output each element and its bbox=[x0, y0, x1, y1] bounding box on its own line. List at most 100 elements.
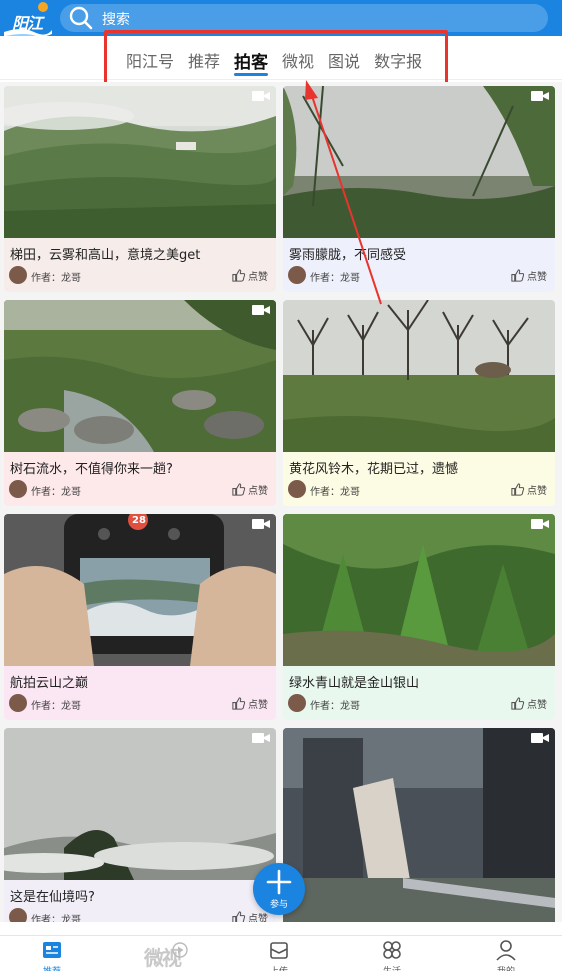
card-thumbnail[interactable] bbox=[4, 728, 276, 880]
nav-weishi[interactable]: 微视 bbox=[136, 938, 196, 971]
card-info: 树石流水，不值得你来一趟? 作者： 龙哥 点赞 bbox=[4, 452, 276, 506]
feed-card[interactable]: 雾雨朦胧，不同感受 作者： 龙哥 点赞 bbox=[283, 86, 555, 292]
thumbs-up-icon bbox=[232, 482, 246, 496]
feed-card[interactable]: 绿水青山就是金山银山 作者： 龙哥 点赞 bbox=[283, 514, 555, 720]
card-thumbnail[interactable] bbox=[283, 728, 555, 922]
author-label: 作者： bbox=[310, 487, 340, 498]
card-info: 这是在仙境吗? 作者： 龙哥 点赞 bbox=[4, 880, 276, 922]
video-icon bbox=[531, 733, 549, 743]
like-button[interactable]: 点赞 bbox=[510, 481, 547, 497]
bottom-nav: 推荐 微视 上传 生活 我的 bbox=[0, 935, 562, 971]
author-label: 作者： bbox=[31, 701, 61, 712]
nav-mine[interactable]: 我的 bbox=[476, 938, 536, 971]
like-button[interactable]: 点赞 bbox=[231, 695, 268, 711]
search-icon bbox=[69, 6, 93, 30]
author-label: 作者： bbox=[31, 487, 61, 498]
controller-badge: 28 bbox=[132, 515, 146, 526]
feed-card[interactable]: 黄花风铃木，花期已过，遗憾 作者： 龙哥 点赞 bbox=[283, 300, 555, 506]
feed-card[interactable]: 这是在仙境吗? 作者： 龙哥 点赞 bbox=[4, 728, 276, 922]
card-title[interactable]: 梯田，云雾和高山，意境之美get bbox=[10, 244, 200, 263]
feed-card[interactable] bbox=[283, 728, 555, 922]
thumbs-up-icon bbox=[232, 696, 246, 710]
card-title[interactable]: 这是在仙境吗? bbox=[10, 886, 95, 905]
play-icon bbox=[172, 942, 188, 958]
card-title[interactable]: 黄花风铃木，花期已过，遗憾 bbox=[289, 458, 458, 477]
tab-yangjianghao[interactable]: 阳江号 bbox=[126, 48, 174, 74]
tab-weishi[interactable]: 微视 bbox=[282, 48, 314, 74]
logo-dot bbox=[38, 2, 48, 12]
tab-tushuo[interactable]: 图说 bbox=[328, 48, 360, 74]
author-name[interactable]: 龙哥 bbox=[340, 483, 360, 498]
video-icon bbox=[252, 91, 270, 101]
feed-grid[interactable]: 梯田，云雾和高山，意境之美get 作者： 龙哥 点赞 雾雨朦胧，不同感受 作者：… bbox=[0, 82, 562, 922]
author-label: 作者： bbox=[310, 701, 340, 712]
card-thumbnail[interactable] bbox=[4, 300, 276, 452]
thumbs-up-icon bbox=[232, 268, 246, 282]
video-icon bbox=[252, 305, 270, 315]
tab-paike[interactable]: 拍客 bbox=[234, 48, 269, 76]
card-info: 雾雨朦胧，不同感受 作者： 龙哥 点赞 bbox=[283, 238, 555, 292]
like-label: 点赞 bbox=[248, 271, 268, 283]
thumbs-up-icon bbox=[511, 696, 525, 710]
author-name[interactable]: 龙哥 bbox=[61, 483, 81, 498]
author-avatar[interactable] bbox=[9, 266, 27, 284]
author-avatar[interactable] bbox=[288, 694, 306, 712]
participate-button[interactable]: 参与 bbox=[253, 863, 305, 915]
card-title[interactable]: 树石流水，不值得你来一趟? bbox=[10, 458, 173, 477]
video-icon bbox=[252, 519, 270, 529]
tab-recommend[interactable]: 推荐 bbox=[188, 48, 220, 74]
like-button[interactable]: 点赞 bbox=[231, 909, 268, 922]
card-info: 绿水青山就是金山银山 作者： 龙哥 点赞 bbox=[283, 666, 555, 720]
card-info: 黄花风铃木，花期已过，遗憾 作者： 龙哥 点赞 bbox=[283, 452, 555, 506]
like-label: 点赞 bbox=[248, 485, 268, 497]
search-bar[interactable]: 搜索 bbox=[60, 4, 548, 32]
card-thumbnail[interactable] bbox=[283, 300, 555, 452]
thumbs-up-icon bbox=[232, 910, 246, 922]
author-name[interactable]: 龙哥 bbox=[340, 269, 360, 284]
card-title[interactable]: 航拍云山之巅 bbox=[10, 672, 88, 691]
author-avatar[interactable] bbox=[9, 694, 27, 712]
video-icon bbox=[531, 91, 549, 101]
author-name[interactable]: 龙哥 bbox=[340, 697, 360, 712]
like-button[interactable]: 点赞 bbox=[510, 267, 547, 283]
like-label: 点赞 bbox=[527, 485, 547, 497]
card-info: 梯田，云雾和高山，意境之美get 作者： 龙哥 点赞 bbox=[4, 238, 276, 292]
author-name[interactable]: 龙哥 bbox=[61, 697, 81, 712]
tab-digital-paper[interactable]: 数字报 bbox=[374, 48, 422, 74]
plus-icon bbox=[266, 869, 292, 895]
card-title[interactable]: 绿水青山就是金山银山 bbox=[289, 672, 419, 691]
nav-upload[interactable]: 上传 bbox=[249, 938, 309, 971]
card-thumbnail[interactable] bbox=[4, 86, 276, 238]
like-button[interactable]: 点赞 bbox=[231, 481, 268, 497]
like-label: 点赞 bbox=[248, 699, 268, 711]
like-button[interactable]: 点赞 bbox=[510, 695, 547, 711]
nav-label: 生活 bbox=[362, 964, 422, 971]
nav-label: 上传 bbox=[249, 964, 309, 971]
author-label: 作者： bbox=[31, 915, 61, 922]
feed-card[interactable]: 树石流水，不值得你来一趟? 作者： 龙哥 点赞 bbox=[4, 300, 276, 506]
video-icon bbox=[252, 733, 270, 743]
author-name[interactable]: 龙哥 bbox=[61, 911, 81, 922]
user-icon bbox=[496, 940, 516, 961]
thumbs-up-icon bbox=[511, 268, 525, 282]
card-thumbnail[interactable] bbox=[283, 514, 555, 666]
author-avatar[interactable] bbox=[9, 480, 27, 498]
like-label: 点赞 bbox=[527, 271, 547, 283]
author-avatar[interactable] bbox=[288, 480, 306, 498]
feed-card[interactable]: 28 航拍云山之巅 作者： 龙哥 点赞 bbox=[4, 514, 276, 720]
news-icon bbox=[43, 942, 61, 958]
nav-recommend[interactable]: 推荐 bbox=[22, 938, 82, 971]
author-name[interactable]: 龙哥 bbox=[61, 269, 81, 284]
author-avatar[interactable] bbox=[9, 908, 27, 922]
upload-icon bbox=[270, 942, 288, 959]
card-title[interactable]: 雾雨朦胧，不同感受 bbox=[289, 244, 406, 263]
author-avatar[interactable] bbox=[288, 266, 306, 284]
feed-card[interactable]: 梯田，云雾和高山，意境之美get 作者： 龙哥 点赞 bbox=[4, 86, 276, 292]
life-icon bbox=[383, 941, 401, 959]
like-button[interactable]: 点赞 bbox=[231, 267, 268, 283]
nav-life[interactable]: 生活 bbox=[362, 938, 422, 971]
top-bar: 阳江 搜索 bbox=[0, 0, 562, 40]
like-label: 点赞 bbox=[527, 699, 547, 711]
card-thumbnail[interactable] bbox=[283, 86, 555, 238]
card-thumbnail[interactable]: 28 bbox=[4, 514, 276, 666]
